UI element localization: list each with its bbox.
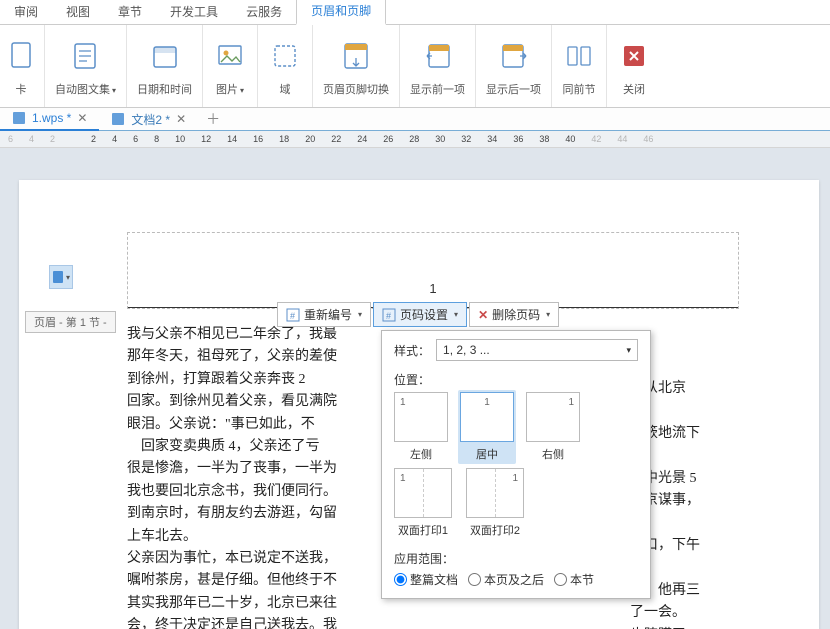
close-icon[interactable]: ✕ xyxy=(176,112,186,126)
position-label: 位置： xyxy=(394,371,430,388)
ribbon-card-label: 卡 xyxy=(16,84,27,96)
ribbon-datetime-label: 日期和时间 xyxy=(137,81,192,97)
doc-icon xyxy=(12,111,26,125)
ribbon-picture[interactable]: 图片▾ xyxy=(203,25,258,107)
ribbon-autotext-label: 自动图文集 xyxy=(55,84,110,96)
svg-text:#: # xyxy=(386,311,391,321)
header-section-label: 页眉 - 第 1 节 - xyxy=(25,311,116,333)
ribbon-next-label: 显示后一项 xyxy=(486,81,541,97)
page-number-toolbar: # 重新编号▾ # 页码设置▾ ✕ 删除页码▾ xyxy=(277,302,559,327)
header-options-button[interactable]: ▾ xyxy=(49,265,73,289)
ribbon-linkprev-label: 同前节 xyxy=(563,81,596,97)
pos-dbl1-label: 双面打印1 xyxy=(398,522,448,538)
ribbon-card[interactable]: 卡 xyxy=(2,25,45,107)
pos-right-label: 右侧 xyxy=(542,446,564,462)
scope-label: 应用范围： xyxy=(394,550,454,567)
doc-icon xyxy=(111,112,125,126)
file-tab-2[interactable]: 文档2 * ✕ xyxy=(99,108,198,130)
ribbon-datetime[interactable]: 日期和时间 xyxy=(127,25,203,107)
tab-chapter[interactable]: 章节 xyxy=(104,0,156,24)
file-tab-1-label: 1.wps * xyxy=(32,111,71,125)
ribbon-next[interactable]: 显示后一项 xyxy=(476,25,552,107)
file-tab-2-label: 文档2 * xyxy=(131,111,170,128)
file-tab-bar: 1.wps * ✕ 文档2 * ✕ ＋ xyxy=(0,108,830,131)
pos-center[interactable]: 1 居中 xyxy=(458,390,516,464)
pos-dbl1[interactable]: 1 双面打印1 xyxy=(394,468,452,538)
page-area: ▾ 1 页眉 - 第 1 节 - # 重新编号▾ # 页码设置▾ ✕ 删除页码▾ xyxy=(0,148,830,629)
page-icon xyxy=(52,270,66,284)
ribbon-field[interactable]: 域 xyxy=(258,25,313,107)
ribbon-switch-label: 页眉页脚切换 xyxy=(323,81,389,97)
style-value: 1, 2, 3 ... xyxy=(443,343,490,357)
pos-right[interactable]: 1 右侧 xyxy=(526,392,580,462)
pos-left[interactable]: 1 左侧 xyxy=(394,392,448,462)
page-setting-button[interactable]: # 页码设置▾ xyxy=(373,302,467,327)
tab-view[interactable]: 视图 xyxy=(52,0,104,24)
page-number-popup: 样式： 1, 2, 3 ... ▾ 位置： 1 左侧 1 居中 xyxy=(381,330,651,599)
delete-page-button[interactable]: ✕ 删除页码▾ xyxy=(469,302,559,327)
pos-left-label: 左侧 xyxy=(410,446,432,462)
tab-devtools[interactable]: 开发工具 xyxy=(156,0,232,24)
pos-dbl2[interactable]: 1 双面打印2 xyxy=(466,468,524,538)
scope-section[interactable]: 本节 xyxy=(554,571,594,588)
page: ▾ 1 页眉 - 第 1 节 - # 重新编号▾ # 页码设置▾ ✕ 删除页码▾ xyxy=(19,180,819,629)
close-icon[interactable]: ✕ xyxy=(77,111,87,125)
pos-center-label: 居中 xyxy=(476,446,498,462)
ribbon-close[interactable]: 关闭 xyxy=(607,25,661,107)
header-page-number: 1 xyxy=(429,281,436,296)
scope-whole[interactable]: 整篇文档 xyxy=(394,571,458,588)
style-select[interactable]: 1, 2, 3 ... ▾ xyxy=(436,339,638,361)
ribbon-tabs: 审阅 视图 章节 开发工具 云服务 页眉和页脚 xyxy=(0,0,830,25)
ribbon-close-label: 关闭 xyxy=(623,81,645,97)
page-setting-icon: # xyxy=(382,308,396,322)
style-label: 样式： xyxy=(394,342,430,359)
tab-cloud[interactable]: 云服务 xyxy=(232,0,296,24)
scope-after[interactable]: 本页及之后 xyxy=(468,571,544,588)
renumber-button[interactable]: # 重新编号▾ xyxy=(277,302,371,327)
header-zone[interactable]: 1 xyxy=(127,232,739,309)
ribbon-picture-label: 图片 xyxy=(216,84,238,96)
pos-dbl2-label: 双面打印2 xyxy=(470,522,520,538)
ribbon-field-label: 域 xyxy=(280,81,291,97)
ribbon-switch[interactable]: 页眉页脚切换 xyxy=(313,25,400,107)
renumber-label: 重新编号 xyxy=(304,306,352,323)
add-tab-button[interactable]: ＋ xyxy=(198,109,228,129)
delete-page-label: 删除页码 xyxy=(492,306,540,323)
renumber-icon: # xyxy=(286,308,300,322)
ribbon-prev[interactable]: 显示前一项 xyxy=(400,25,476,107)
ribbon: 卡 自动图文集▾ 日期和时间 图片▾ 域 页眉页脚切换 显示前一项 显示后一项 … xyxy=(0,25,830,108)
ribbon-prev-label: 显示前一项 xyxy=(410,81,465,97)
tab-header-footer[interactable]: 页眉和页脚 xyxy=(296,0,386,25)
ruler[interactable]: 6422468101214161820222426283032343638404… xyxy=(0,131,830,148)
ribbon-link-prev[interactable]: 同前节 xyxy=(552,25,607,107)
ribbon-autotext[interactable]: 自动图文集▾ xyxy=(45,25,127,107)
delete-icon: ✕ xyxy=(478,308,488,322)
page-setting-label: 页码设置 xyxy=(400,306,448,323)
tab-review[interactable]: 审阅 xyxy=(0,0,52,24)
svg-text:#: # xyxy=(290,311,295,321)
file-tab-1[interactable]: 1.wps * ✕ xyxy=(0,107,99,131)
